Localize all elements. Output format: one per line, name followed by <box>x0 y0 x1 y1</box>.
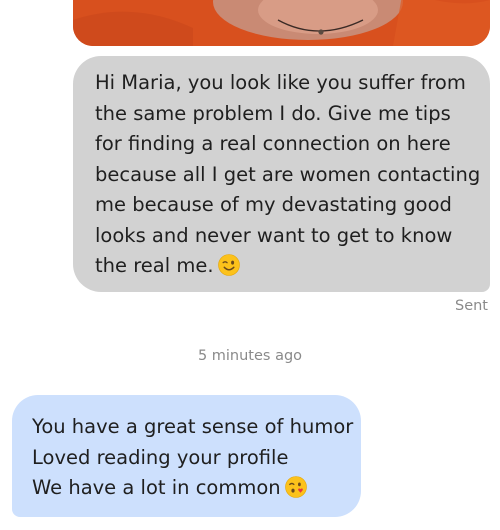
message-line: You have a great sense of humor <box>32 415 354 438</box>
message-line: me because of my devastating good <box>95 193 452 216</box>
message-line-text: We have a lot in common <box>32 476 281 499</box>
message-line-last: the real me. <box>95 251 472 282</box>
message-line-last: We have a lot in common <box>32 473 347 504</box>
face-blowing-kiss-icon <box>284 476 307 498</box>
message-line: Hi Maria, you look like you suffer from <box>95 71 466 94</box>
received-message-bubble[interactable]: You have a great sense of humor Loved re… <box>12 395 361 517</box>
message-line: the same problem I do. Give me tips <box>95 101 451 125</box>
message-line: looks and never want to get to know <box>95 223 453 247</box>
message-line: because all I get are women contacting <box>95 162 481 186</box>
sent-message-bubble[interactable]: Hi Maria, you look like you suffer from … <box>73 56 490 292</box>
message-line: for finding a real connection on here <box>95 132 451 155</box>
message-status: Sent <box>454 298 488 314</box>
message-timestamp: 5 minutes ago <box>197 348 303 364</box>
profile-photo-preview[interactable] <box>73 0 490 46</box>
winking-face-icon <box>217 254 240 276</box>
message-line: Loved reading your profile <box>32 445 289 469</box>
message-line-text: the real me. <box>95 254 214 277</box>
